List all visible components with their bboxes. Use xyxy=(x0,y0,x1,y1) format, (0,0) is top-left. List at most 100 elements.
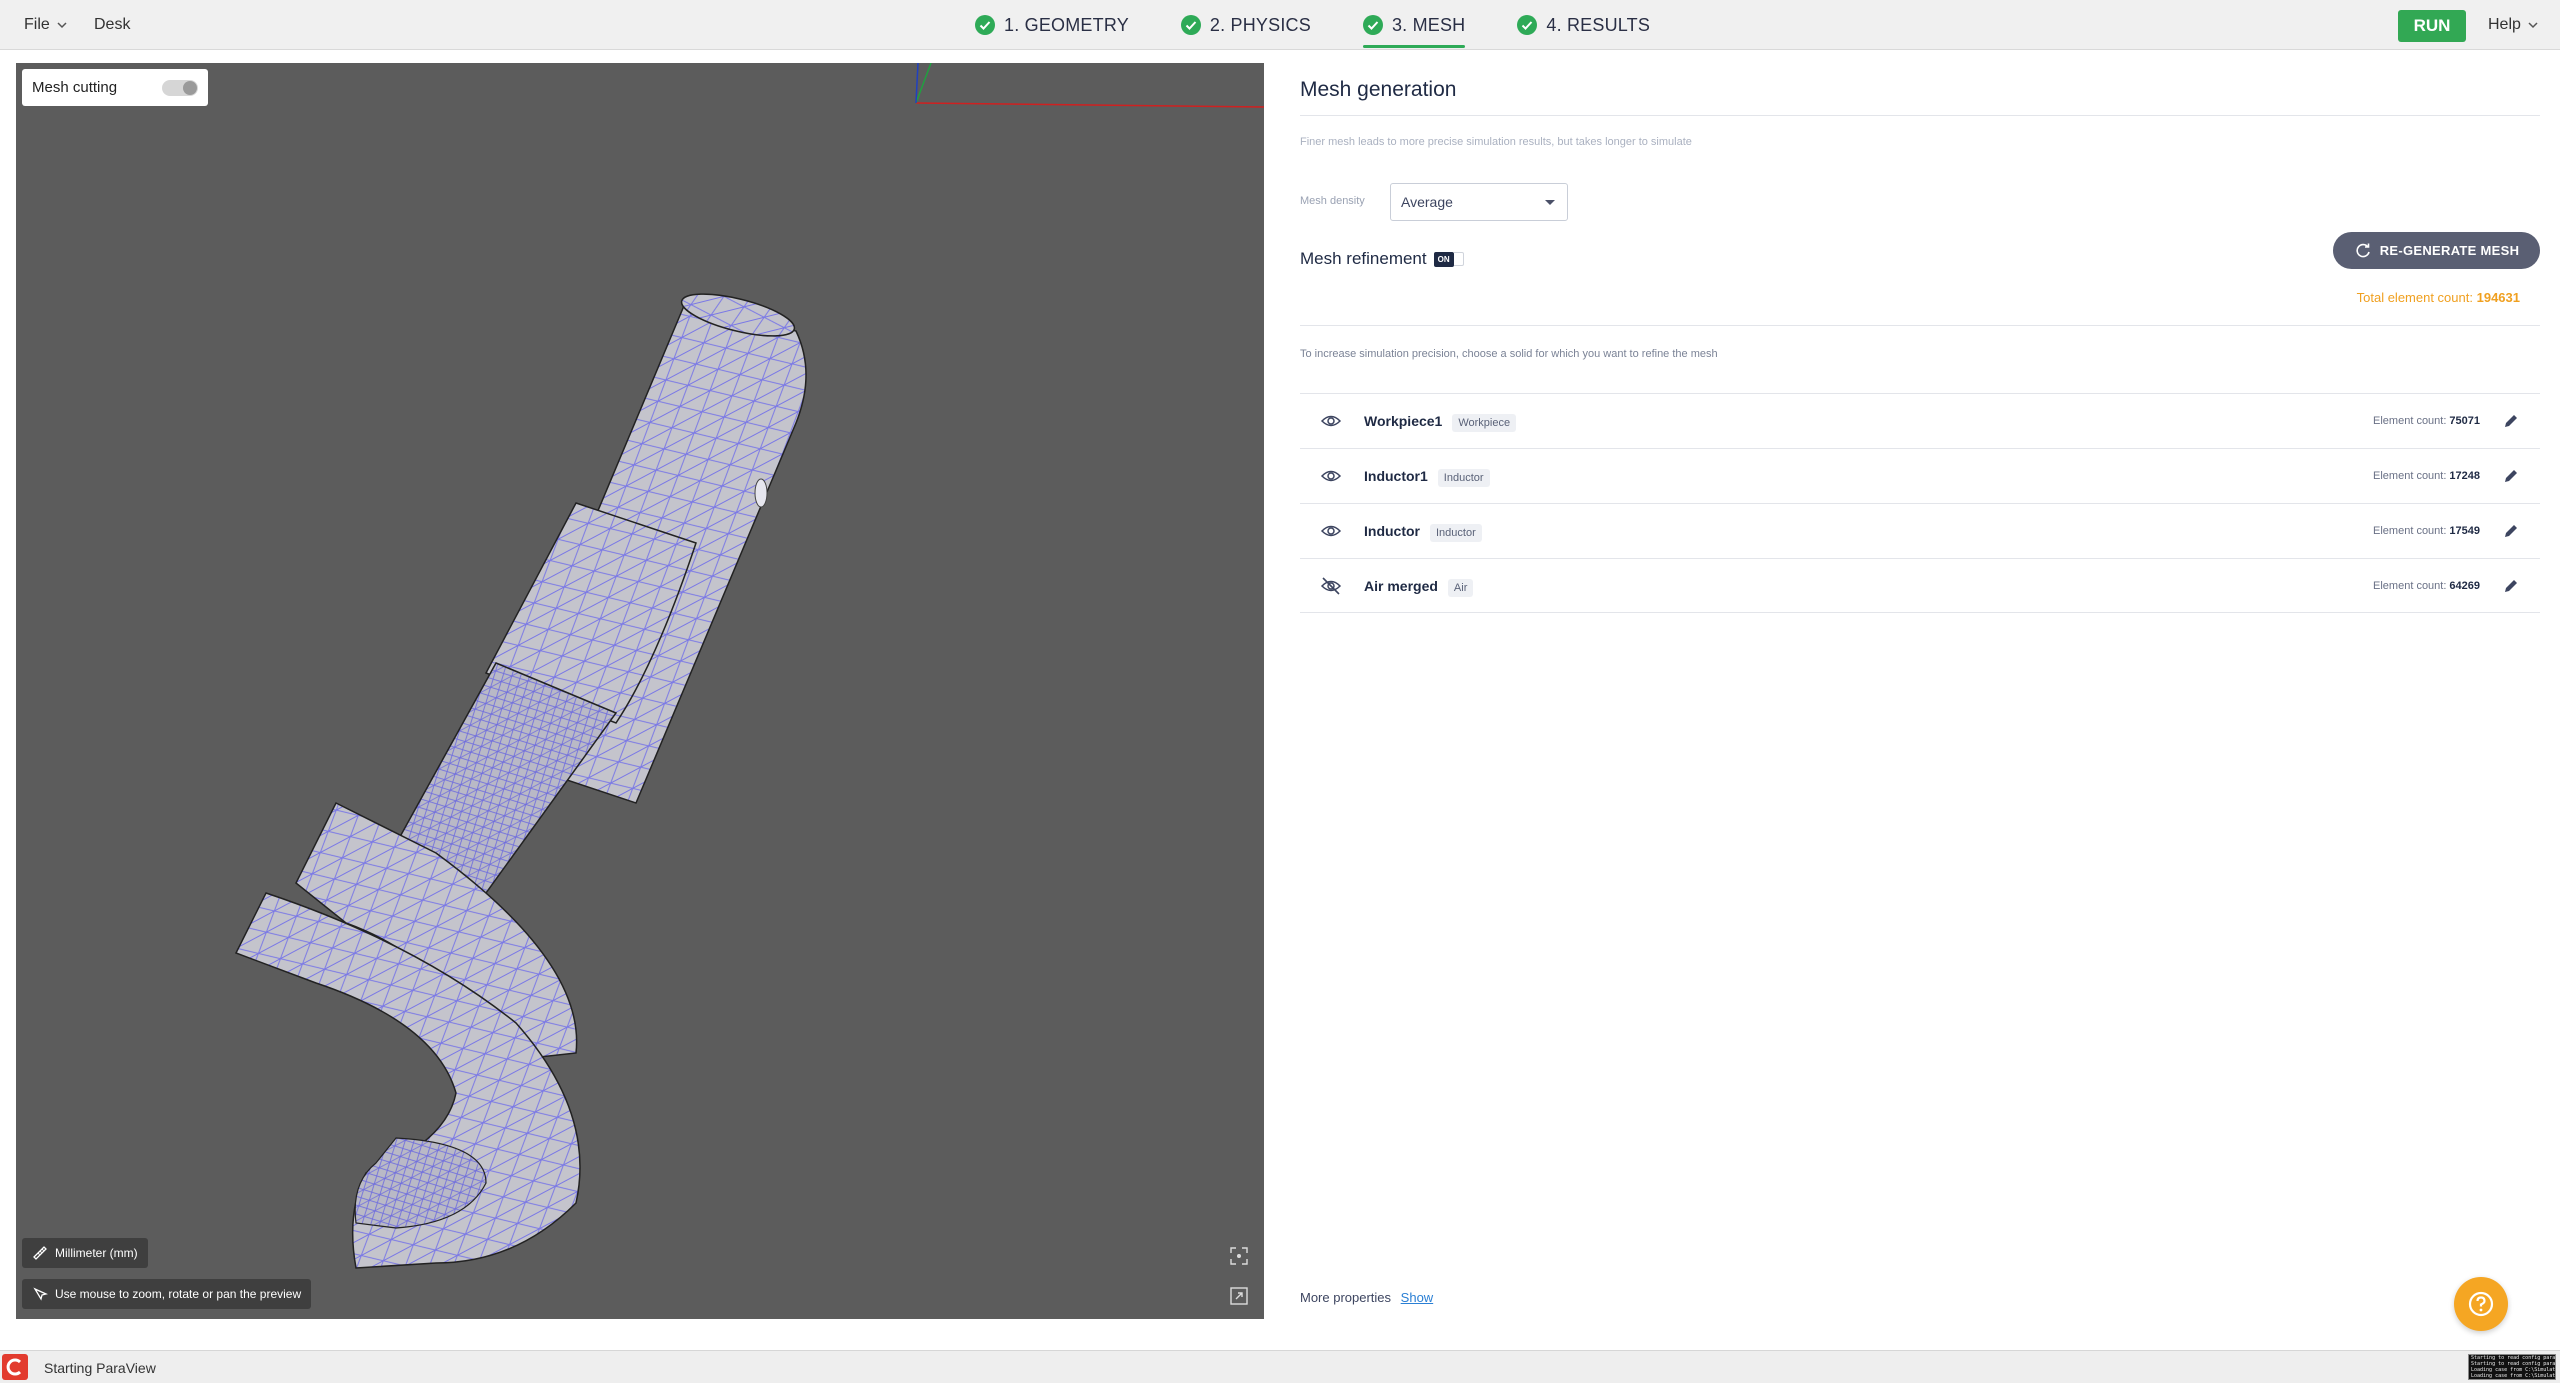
pencil-icon[interactable] xyxy=(2502,522,2520,540)
console-thumbnail[interactable]: Starting to read config params Starting … xyxy=(2468,1354,2556,1380)
solid-tag: Workpiece xyxy=(1452,414,1517,432)
refinement-header: Mesh refinement ON xyxy=(1300,249,1464,269)
axis-x xyxy=(915,102,1264,108)
help-fab-button[interactable] xyxy=(2454,1277,2508,1331)
solid-count-value: 17549 xyxy=(2449,525,2480,537)
pencil-icon[interactable] xyxy=(2502,412,2520,430)
more-properties: More properties Show xyxy=(1300,1290,1433,1305)
refinement-toggle-track[interactable] xyxy=(1453,252,1464,266)
tab-results[interactable]: 4. RESULTS xyxy=(1517,0,1650,50)
mouse-hint-chip: Use mouse to zoom, rotate or pan the pre… xyxy=(22,1279,312,1309)
file-menu[interactable]: File xyxy=(24,0,68,50)
desk-menu-label: Desk xyxy=(94,16,131,33)
solid-count-label: Element count: xyxy=(2373,470,2447,482)
console-line: Loading case from C:\Simulati xyxy=(2471,1373,2555,1379)
tab-mesh-label: 3. MESH xyxy=(1391,14,1466,35)
tab-geometry-label: 1. GEOMETRY xyxy=(1004,14,1129,35)
solid-name: Air merged Air xyxy=(1364,577,1474,597)
chevron-down-icon xyxy=(57,22,67,29)
help-menu[interactable]: Help xyxy=(2488,0,2539,50)
eye-icon[interactable] xyxy=(1320,520,1342,542)
tab-physics-label: 2. PHYSICS xyxy=(1209,14,1311,35)
help-icon xyxy=(2468,1291,2494,1317)
check-circle-icon xyxy=(975,15,995,35)
total-count-value: 194631 xyxy=(2476,290,2520,305)
eye-off-icon[interactable] xyxy=(1320,575,1342,597)
status-bar: Starting ParaView Starting to read confi… xyxy=(0,1350,2560,1383)
solid-count-label: Element count: xyxy=(2373,525,2447,537)
divider xyxy=(1300,325,2540,326)
mesh-density-value: Average xyxy=(1401,194,1453,210)
status-text: Starting ParaView xyxy=(44,1360,156,1376)
solid-count-value: 64269 xyxy=(2449,579,2480,592)
tab-physics[interactable]: 2. PHYSICS xyxy=(1180,0,1311,50)
file-menu-label: File xyxy=(24,16,50,33)
solid-element-count: Element count: 17549 xyxy=(2373,525,2480,537)
pencil-icon[interactable] xyxy=(2502,467,2520,485)
pencil-icon[interactable] xyxy=(2502,577,2520,595)
top-bar: File Desk 1. GEOMETRY 2. PHYSICS 3. MESH… xyxy=(0,0,2560,50)
check-circle-icon xyxy=(1180,15,1201,35)
solid-element-count: Element count: 17248 xyxy=(2373,470,2480,482)
mesh-part-hole xyxy=(754,478,768,508)
mesh-density-select[interactable]: Average xyxy=(1390,183,1568,221)
check-circle-icon xyxy=(1517,15,1538,35)
eye-icon[interactable] xyxy=(1320,465,1342,487)
app-logo-icon xyxy=(2,1354,28,1380)
panel-title: Mesh generation xyxy=(1300,78,1457,101)
mesh-cutting-toggle[interactable] xyxy=(162,80,198,96)
tab-results-label: 4. RESULTS xyxy=(1546,14,1651,35)
focus-icon[interactable] xyxy=(1228,1245,1250,1267)
solid-name-text: Workpiece1 xyxy=(1364,413,1443,429)
solid-element-count: Element count: 75071 xyxy=(2373,415,2480,427)
more-properties-label: More properties xyxy=(1300,1290,1392,1305)
refresh-icon xyxy=(2356,243,2370,257)
desk-menu[interactable]: Desk xyxy=(94,0,130,50)
solid-name-text: Inductor1 xyxy=(1364,468,1428,484)
tab-mesh[interactable]: 3. MESH xyxy=(1362,0,1466,50)
refinement-title: Mesh refinement xyxy=(1300,249,1427,268)
solid-row-inductor1[interactable]: Inductor1 Inductor Element count: 17248 xyxy=(1300,448,2540,503)
solid-count-value: 17248 xyxy=(2449,470,2480,482)
caret-down-icon xyxy=(1545,200,1555,205)
unit-chip[interactable]: Millimeter (mm) xyxy=(22,1238,148,1268)
workflow-steps: 1. GEOMETRY 2. PHYSICS 3. MESH 4. RESULT… xyxy=(975,0,1702,50)
eye-icon[interactable] xyxy=(1320,410,1342,432)
mesh-model-preview[interactable] xyxy=(16,63,1264,1319)
solid-tag: Air xyxy=(1447,578,1474,597)
expand-icon[interactable] xyxy=(1228,1285,1250,1307)
solid-tag: Inductor xyxy=(1437,469,1490,487)
total-count-label: Total element count: xyxy=(2356,290,2473,305)
run-button[interactable]: RUN xyxy=(2398,10,2466,42)
solid-count-value: 75071 xyxy=(2449,415,2480,427)
solid-name-text: Air merged xyxy=(1364,577,1438,594)
solid-count-label: Element count: xyxy=(2373,415,2447,427)
divider xyxy=(1300,115,2540,116)
mesh-cutting-control: Mesh cutting xyxy=(22,69,208,106)
total-element-count: Total element count: 194631 xyxy=(2357,290,2520,305)
solid-name: Inductor1 Inductor xyxy=(1364,468,1490,487)
density-label: Mesh density xyxy=(1300,195,1365,207)
help-menu-label: Help xyxy=(2488,16,2521,33)
solid-count-label: Element count: xyxy=(2373,579,2447,592)
solid-element-count: Element count: 64269 xyxy=(2373,580,2480,592)
refinement-toggle[interactable]: ON xyxy=(1433,251,1454,267)
tab-geometry[interactable]: 1. GEOMETRY xyxy=(975,0,1129,50)
show-more-link[interactable]: Show xyxy=(1401,1290,1434,1305)
solid-row-workpiece1[interactable]: Workpiece1 Workpiece Element count: 75071 xyxy=(1300,393,2540,448)
ruler-icon xyxy=(33,1246,47,1260)
solid-name: Workpiece1 Workpiece xyxy=(1364,413,1517,432)
mouse-hint-label: Use mouse to zoom, rotate or pan the pre… xyxy=(55,1287,302,1301)
check-circle-icon xyxy=(1362,15,1383,35)
mesh-cutting-label: Mesh cutting xyxy=(32,79,118,96)
solid-name-text: Inductor xyxy=(1364,523,1420,539)
mouse-icon xyxy=(33,1287,48,1301)
refine-hint: To increase simulation precision, choose… xyxy=(1300,348,1718,360)
regenerate-mesh-button[interactable]: RE-GENERATE MESH xyxy=(2333,232,2540,269)
unit-label: Millimeter (mm) xyxy=(55,1246,138,1260)
regenerate-mesh-label: RE-GENERATE MESH xyxy=(2379,243,2520,258)
solid-row-inductor[interactable]: Inductor Inductor Element count: 17549 xyxy=(1300,503,2540,558)
solid-row-air-merged[interactable]: Air merged Air Element count: 64269 xyxy=(1300,558,2540,613)
chevron-down-icon xyxy=(2528,22,2538,29)
3d-viewport[interactable]: Mesh cutting Millimeter (mm) Use mouse t… xyxy=(16,63,1264,1319)
